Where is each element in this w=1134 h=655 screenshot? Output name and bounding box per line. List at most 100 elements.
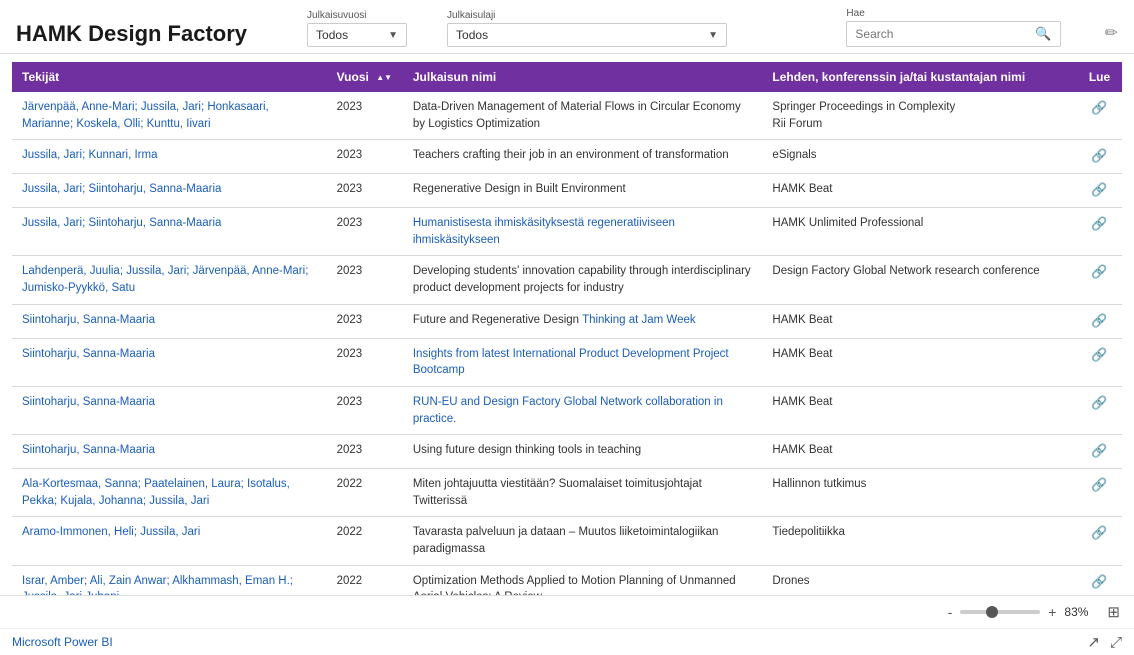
cell-lue: 🔗 [1077, 386, 1122, 434]
bottom-bar: - + 83% ⊞ [0, 595, 1134, 628]
tekijat-link[interactable]: Lahdenperä, Juulia; Jussila, Jari; Järve… [22, 265, 308, 294]
table-row: Jussila, Jari; Siintoharju, Sanna-Maaria… [12, 174, 1122, 208]
cell-tekijat: Lahdenperä, Juulia; Jussila, Jari; Järve… [12, 256, 327, 304]
cell-vuosi: 2022 [327, 517, 403, 565]
cell-julkaisu: Insights from latest International Produ… [403, 338, 763, 386]
pencil-icon[interactable]: ✏ [1105, 23, 1118, 47]
zoom-fit-button[interactable]: ⊞ [1105, 601, 1122, 623]
cell-vuosi: 2023 [327, 256, 403, 304]
cell-lehti: Hallinnon tutkimus [762, 469, 1077, 517]
table-row: Ala-Kortesmaa, Sanna; Paatelainen, Laura… [12, 469, 1122, 517]
cell-lehti: HAMK Beat [762, 304, 1077, 338]
cell-vuosi: 2023 [327, 338, 403, 386]
read-link-icon[interactable]: 🔗 [1091, 476, 1107, 495]
cell-lehti: Springer Proceedings in ComplexityRii Fo… [762, 92, 1077, 140]
search-wrap: 🔍 [846, 21, 1060, 47]
col-header-lehti: Lehden, konferenssin ja/tai kustantajan … [762, 62, 1077, 92]
cell-julkaisu: Developing students' innovation capabili… [403, 256, 763, 304]
julkaisulaji-label: Julkaisulaji [447, 10, 727, 21]
col-header-julkaisu: Julkaisun nimi [403, 62, 763, 92]
julkaisu-link[interactable]: Insights from latest International Produ… [413, 348, 729, 377]
julkaisuvuosi-chevron-icon: ▼ [388, 30, 398, 41]
tekijat-link[interactable]: Jussila, Jari; Siintoharju, Sanna-Maaria [22, 183, 221, 195]
read-link-icon[interactable]: 🔗 [1091, 312, 1107, 331]
zoom-in-button[interactable]: + [1046, 604, 1058, 620]
cell-lehti: HAMK Beat [762, 174, 1077, 208]
cell-lue: 🔗 [1077, 174, 1122, 208]
cell-lehti: Drones [762, 565, 1077, 595]
cell-lue: 🔗 [1077, 469, 1122, 517]
julkaisuvuosi-value: Todos [316, 28, 348, 42]
zoom-slider[interactable] [960, 610, 1040, 614]
cell-julkaisu: Miten johtajuutta viestitään? Suomalaise… [403, 469, 763, 517]
table-row: Aramo-Immonen, Heli; Jussila, Jari2022Ta… [12, 517, 1122, 565]
cell-lehti: Design Factory Global Network research c… [762, 256, 1077, 304]
cell-lehti: HAMK Beat [762, 386, 1077, 434]
julkaisuvuosi-filter-group: Julkaisuvuosi Todos ▼ [307, 10, 407, 47]
tekijat-link[interactable]: Siintoharju, Sanna-Maaria [22, 314, 155, 326]
cell-tekijat: Israr, Amber; Ali, Zain Anwar; Alkhammas… [12, 565, 327, 595]
cell-tekijat: Ala-Kortesmaa, Sanna; Paatelainen, Laura… [12, 469, 327, 517]
tekijat-link[interactable]: Siintoharju, Sanna-Maaria [22, 444, 155, 456]
col-header-tekijat: Tekijät [12, 62, 327, 92]
cell-tekijat: Järvenpää, Anne-Mari; Jussila, Jari; Hon… [12, 92, 327, 140]
footer-bar: Microsoft Power BI ↗ ⤢ [0, 628, 1134, 655]
cell-vuosi: 2022 [327, 469, 403, 517]
cell-vuosi: 2022 [327, 565, 403, 595]
publications-table: Tekijät Vuosi ▲▼ Julkaisun nimi Lehden, … [12, 62, 1122, 595]
julkaisuvuosi-label: Julkaisuvuosi [307, 10, 407, 21]
cell-lue: 🔗 [1077, 338, 1122, 386]
julkaisulaji-filter-group: Julkaisulaji Todos ▼ [447, 10, 727, 47]
julkaisuvuosi-select[interactable]: Todos ▼ [307, 23, 407, 47]
read-link-icon[interactable]: 🔗 [1091, 99, 1107, 118]
read-link-icon[interactable]: 🔗 [1091, 181, 1107, 200]
tekijat-link[interactable]: Järvenpää, Anne-Mari; Jussila, Jari; Hon… [22, 101, 269, 130]
read-link-icon[interactable]: 🔗 [1091, 215, 1107, 234]
read-link-icon[interactable]: 🔗 [1091, 573, 1107, 592]
read-link-icon[interactable]: 🔗 [1091, 394, 1107, 413]
read-link-icon[interactable]: 🔗 [1091, 147, 1107, 166]
read-link-icon[interactable]: 🔗 [1091, 263, 1107, 282]
cell-lue: 🔗 [1077, 565, 1122, 595]
read-link-icon[interactable]: 🔗 [1091, 524, 1107, 543]
powerbi-link[interactable]: Microsoft Power BI [12, 635, 113, 649]
zoom-out-button[interactable]: - [946, 604, 955, 620]
table-row: Siintoharju, Sanna-Maaria 2023 Insights fr… [12, 338, 1122, 386]
julkaisu-link[interactable]: RUN-EU and Design Factory Global Network… [413, 396, 723, 425]
julkaisu-link[interactable]: Humanistisesta ihmiskäsityksestä regener… [413, 217, 675, 246]
cell-tekijat: Siintoharju, Sanna-Maaria [12, 386, 327, 434]
cell-julkaisu: Data-Driven Management of Material Flows… [403, 92, 763, 140]
cell-julkaisu: Teachers crafting their job in an enviro… [403, 140, 763, 174]
fullscreen-button[interactable]: ⤢ [1110, 634, 1122, 651]
cell-lehti: HAMK Unlimited Professional [762, 208, 1077, 256]
julkaisu-partial-link[interactable]: Thinking at Jam Week [582, 314, 696, 326]
cell-vuosi: 2023 [327, 386, 403, 434]
tekijat-link[interactable]: Jussila, Jari; Kunnari, Irma [22, 149, 158, 161]
col-header-vuosi[interactable]: Vuosi ▲▼ [327, 62, 403, 92]
vuosi-sort-icon: ▲▼ [376, 73, 392, 82]
tekijat-link[interactable]: Ala-Kortesmaa, Sanna; Paatelainen, Laura… [22, 478, 290, 507]
search-input[interactable] [847, 23, 1027, 45]
read-link-icon[interactable]: 🔗 [1091, 346, 1107, 365]
tekijat-link[interactable]: Siintoharju, Sanna-Maaria [22, 396, 155, 408]
tekijat-link[interactable]: Jussila, Jari; Siintoharju, Sanna-Maaria [22, 217, 221, 229]
cell-lue: 🔗 [1077, 304, 1122, 338]
search-icon[interactable]: 🔍 [1027, 22, 1059, 46]
tekijat-link[interactable]: Israr, Amber; Ali, Zain Anwar; Alkhammas… [22, 575, 293, 595]
julkaisulaji-chevron-icon: ▼ [708, 30, 718, 41]
cell-lue: 🔗 [1077, 208, 1122, 256]
cell-julkaisu: Humanistisesta ihmiskäsityksestä regener… [403, 208, 763, 256]
table-row: Siintoharju, Sanna-Maaria2023Future and … [12, 304, 1122, 338]
cell-vuosi: 2023 [327, 435, 403, 469]
main-content: Tekijät Vuosi ▲▼ Julkaisun nimi Lehden, … [0, 54, 1134, 595]
table-row: Israr, Amber; Ali, Zain Anwar; Alkhammas… [12, 565, 1122, 595]
cell-lue: 🔗 [1077, 92, 1122, 140]
cell-tekijat: Siintoharju, Sanna-Maaria [12, 435, 327, 469]
read-link-icon[interactable]: 🔗 [1091, 442, 1107, 461]
cell-tekijat: Jussila, Jari; Kunnari, Irma [12, 140, 327, 174]
tekijat-link[interactable]: Aramo-Immonen, Heli; Jussila, Jari [22, 526, 200, 538]
julkaisulaji-select[interactable]: Todos ▼ [447, 23, 727, 47]
share-button[interactable]: ↗ [1087, 633, 1100, 651]
cell-julkaisu: RUN-EU and Design Factory Global Network… [403, 386, 763, 434]
tekijat-link[interactable]: Siintoharju, Sanna-Maaria [22, 348, 155, 360]
